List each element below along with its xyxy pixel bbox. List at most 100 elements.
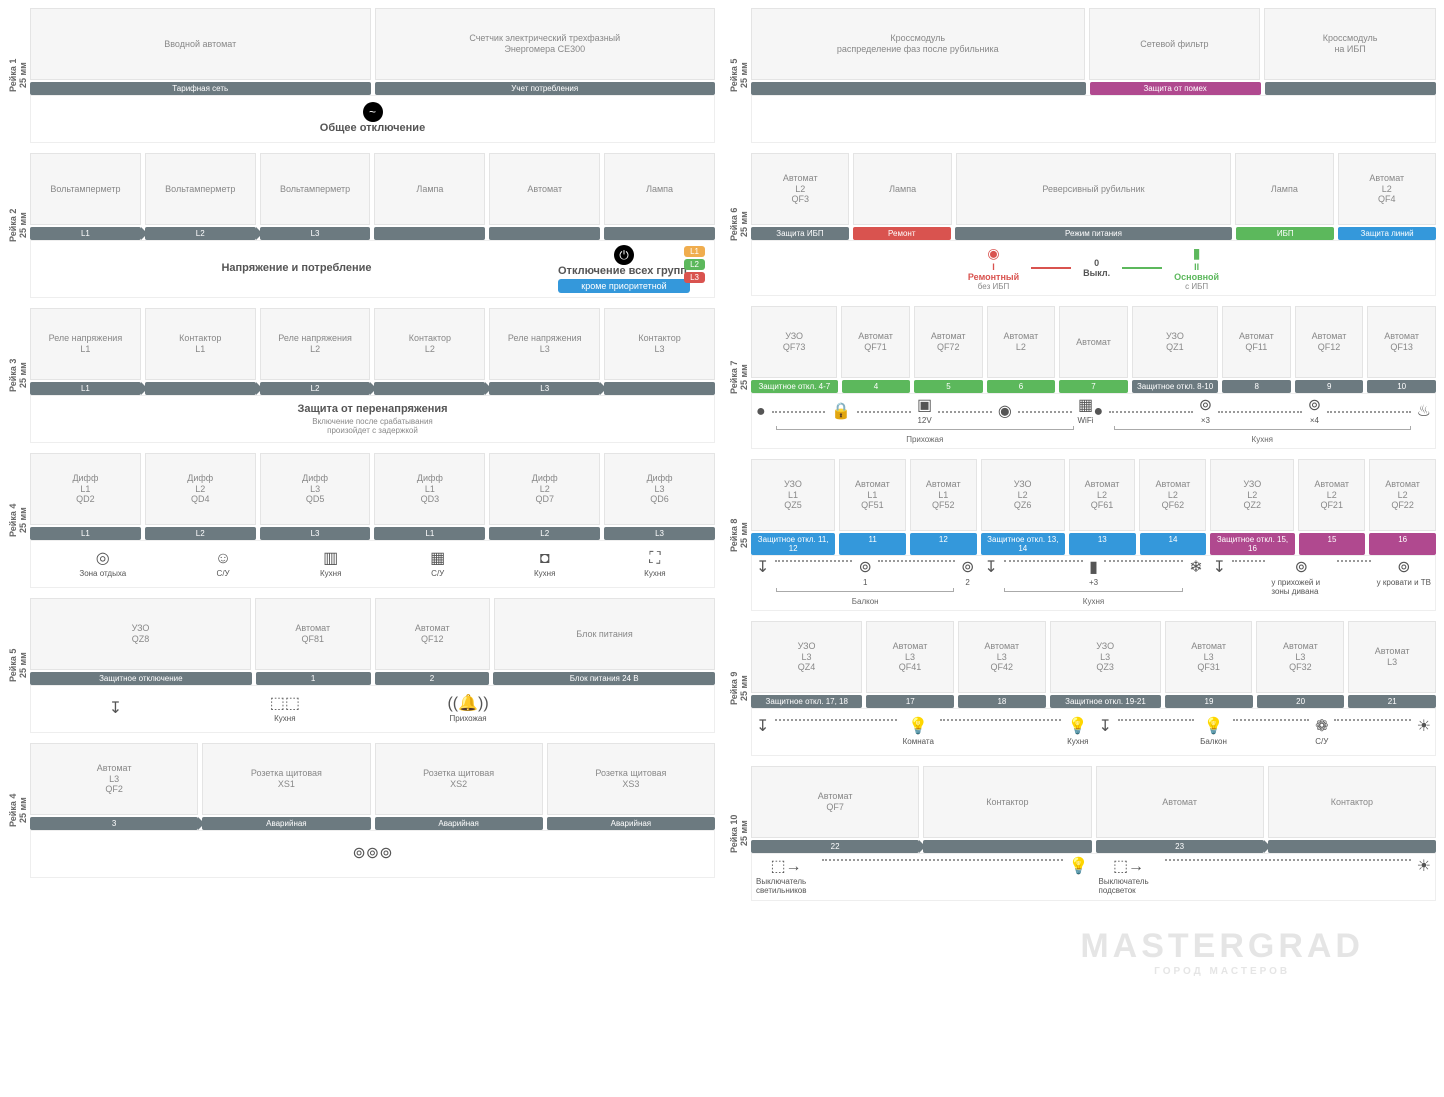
module: Лампа	[853, 153, 951, 225]
module: ДиффL3QD5	[260, 453, 371, 525]
tag: Защитное откл. 13, 14	[981, 533, 1065, 555]
left-rail2: Рейка 225 ммВольтамперметрВольтамперметр…	[8, 153, 715, 298]
tag: Аварийная	[375, 817, 543, 830]
module: АвтоматL2QF21	[1298, 459, 1365, 531]
tag: Защита от помех	[1090, 82, 1261, 95]
tag: Ремонт	[853, 227, 951, 240]
info-band: L1L2L3Напряжение и потребление⏻Отключени…	[30, 240, 715, 298]
tag	[604, 382, 715, 395]
tag: Защитное откл. 8-10	[1132, 380, 1219, 393]
tag: Тарифная сеть	[30, 82, 371, 95]
tag: L1	[30, 527, 141, 540]
tag: 5	[914, 380, 983, 393]
tag: L2	[145, 527, 256, 540]
module: ДиффL3QD6	[604, 453, 715, 525]
info-band: ↧⊚1⊚2Балкон↧▮+3❄Кухня↧⊚у прихожей и зоны…	[751, 555, 1436, 611]
right-rail4: Рейка 825 ммУЗОL1QZ5АвтоматL1QF51Автомат…	[729, 459, 1436, 611]
tag: 21	[1348, 695, 1436, 708]
module: АвтоматL3QF32	[1256, 621, 1344, 693]
info-band	[751, 95, 1436, 143]
tag: L2	[489, 527, 600, 540]
tag: Блок питания 24 В	[493, 672, 715, 685]
icon-item: ☺С/У	[215, 551, 231, 578]
module: Лампа	[1235, 153, 1333, 225]
tag: Защитное откл. 11, 12	[751, 533, 835, 555]
tag: 8	[1222, 380, 1291, 393]
tag	[604, 227, 715, 240]
tag	[1268, 840, 1436, 853]
module: Вольтамперметр	[145, 153, 256, 225]
tag: 9	[1295, 380, 1364, 393]
tag: 4	[842, 380, 911, 393]
left-rail1: Рейка 125 ммВводной автоматСчетчик элект…	[8, 8, 715, 143]
icon-item: ▦С/У	[430, 551, 445, 578]
tag	[751, 82, 1086, 95]
module: АвтоматQF71	[841, 306, 910, 378]
tag: Защита линий	[1338, 227, 1436, 240]
info-band: ~Общее отключение	[30, 95, 715, 143]
module: АвтоматQF72	[914, 306, 983, 378]
tag: Аварийная	[202, 817, 370, 830]
module: АвтоматL3	[1348, 621, 1436, 693]
info-band: ◉IРемонтныйбез ИБП0Выкл.▮IIОсновнойс ИБП	[751, 240, 1436, 296]
tag: 1	[256, 672, 371, 685]
tag: 11	[839, 533, 906, 555]
module: Контактор	[1268, 766, 1436, 838]
module: АвтоматL3QF42	[958, 621, 1046, 693]
module: АвтоматQF11	[1222, 306, 1291, 378]
module: Контактор	[923, 766, 1091, 838]
tag	[489, 227, 600, 240]
module: УЗОQZ1	[1132, 306, 1218, 378]
module: АвтоматQF12	[1295, 306, 1364, 378]
module: ДиффL2QD4	[145, 453, 256, 525]
module: Вольтамперметр	[260, 153, 371, 225]
tag: 20	[1257, 695, 1345, 708]
info-band: ◎Зона отдыха☺С/У▥Кухня▦С/У◘Кухня⛶Кухня	[30, 540, 715, 588]
tag: Учет потребления	[375, 82, 716, 95]
tag: L3	[260, 227, 371, 240]
module: АвтоматL2QF61	[1069, 459, 1136, 531]
module: ДиффL2QD7	[489, 453, 600, 525]
tag: Защитное откл. 17, 18	[751, 695, 862, 708]
right-rail5: Рейка 925 ммУЗОL3QZ4АвтоматL3QF41Автомат…	[729, 621, 1436, 756]
tag: 12	[910, 533, 977, 555]
tag: L3	[489, 382, 600, 395]
icon-item: ▥Кухня	[320, 551, 341, 578]
module: АвтоматL3QF2	[30, 743, 198, 815]
module: КонтакторL2	[374, 308, 485, 380]
tag: 18	[958, 695, 1046, 708]
module: ДиффL1QD2	[30, 453, 141, 525]
left-rail6: Рейка 425 ммАвтоматL3QF2Розетка щитоваяX…	[8, 743, 715, 878]
module: Реверсивный рубильник	[956, 153, 1231, 225]
module: АвтоматL2QF3	[751, 153, 849, 225]
module: АвтоматL2QF4	[1338, 153, 1436, 225]
module: Сетевой фильтр	[1089, 8, 1261, 80]
left-rail5: Рейка 525 ммУЗОQZ8АвтоматQF81АвтоматQF12…	[8, 598, 715, 733]
module: АвтоматQF13	[1367, 306, 1436, 378]
tag: Защитное откл. 19-21	[1050, 695, 1161, 708]
tag	[374, 382, 485, 395]
module: УЗОL3QZ4	[751, 621, 862, 693]
module: АвтоматQF12	[375, 598, 491, 670]
left-rail3: Рейка 325 ммРеле напряженияL1КонтакторL1…	[8, 308, 715, 443]
tag	[1265, 82, 1436, 95]
info-band: ↧💡Комната💡Кухня↧💡Балкон❁С/У☀	[751, 708, 1436, 756]
tag: 2	[375, 672, 490, 685]
module: УЗОL3QZ3	[1050, 621, 1161, 693]
icon-item: ◘Кухня	[534, 551, 555, 578]
module: Автомат	[1096, 766, 1264, 838]
module: Лампа	[374, 153, 485, 225]
module: Блок питания	[494, 598, 715, 670]
tag: L1	[30, 227, 141, 240]
info-band: Защита от перенапряженияВключение после …	[30, 395, 715, 443]
module: АвтоматL2	[987, 306, 1056, 378]
right-rail3: Рейка 725 ммУЗОQF73АвтоматQF71АвтоматQF7…	[729, 306, 1436, 449]
tag: Защитное откл. 15, 16	[1210, 533, 1294, 555]
module: АвтоматL1QF51	[839, 459, 906, 531]
info-band: ↧⬚⬚Кухня((🔔))Прихожая	[30, 685, 715, 733]
icon-item: ↧	[109, 701, 122, 717]
module: Счетчик электрический трехфазныйЭнергоме…	[375, 8, 716, 80]
module: Реле напряженияL3	[489, 308, 600, 380]
module: УЗОQZ8	[30, 598, 251, 670]
module: Автомат	[1059, 306, 1128, 378]
